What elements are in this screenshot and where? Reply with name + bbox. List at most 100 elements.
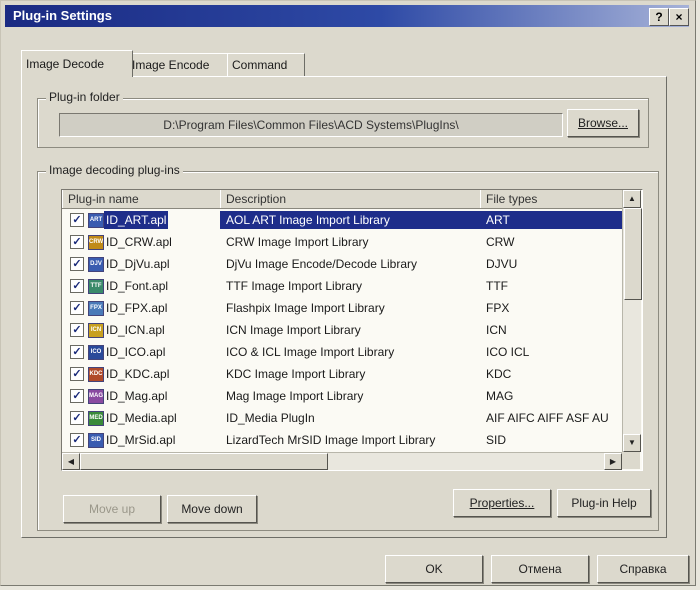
scroll-up-arrow-icon[interactable]: ▲ — [623, 190, 641, 208]
plugin-description: Flashpix Image Import Library — [226, 301, 385, 315]
plugin-enabled-checkbox[interactable]: ✓ — [70, 389, 84, 403]
plugin-description: ID_Media PlugIn — [226, 411, 315, 425]
plugin-folder-path: D:\Program Files\Common Files\ACD System… — [59, 113, 563, 137]
properties-button-label: Properties... — [469, 496, 535, 510]
plugin-description: ICO & ICL Image Import Library — [226, 345, 395, 359]
plugin-enabled-checkbox[interactable]: ✓ — [70, 345, 84, 359]
plugin-name: ID_Font.apl — [106, 279, 169, 293]
plugin-name: ID_DjVu.apl — [106, 257, 170, 271]
close-button[interactable]: × — [669, 8, 689, 26]
plugins-list: Plug-in name Description File types ✓ ART… — [61, 189, 643, 471]
tab-command[interactable]: Command — [227, 53, 305, 76]
list-header: Plug-in name Description File types — [62, 190, 622, 209]
table-row[interactable]: ✓ KDC ID_KDC.apl KDC Image Import Library KD… — [62, 363, 622, 385]
plugin-settings-dialog: Plug-in Settings ? × Image Decode Image … — [0, 0, 696, 586]
table-row[interactable]: ✓ SID ID_MrSid.apl LizardTech MrSID Image I… — [62, 429, 622, 451]
plugin-file-icon: MED — [88, 411, 104, 426]
plugin-file-types: ICN — [486, 323, 507, 337]
scroll-right-arrow-icon[interactable]: ▶ — [604, 453, 622, 470]
plugin-file-icon: ICO — [88, 345, 104, 360]
plugin-file-icon: DJV — [88, 257, 104, 272]
plugin-file-icon: ART — [88, 213, 104, 228]
plugin-name: ID_ICN.apl — [106, 323, 165, 337]
plugin-file-types: ART — [480, 211, 628, 229]
horizontal-scroll-thumb[interactable] — [80, 453, 328, 470]
vertical-scrollbar[interactable]: ▲ ▼ — [622, 190, 642, 452]
plugin-description: Mag Image Import Library — [226, 389, 364, 403]
move-down-button[interactable]: Move down — [167, 495, 257, 523]
plugin-description: AOL ART Image Import Library — [220, 211, 486, 229]
plugin-description: LizardTech MrSID Image Import Library — [226, 433, 436, 447]
plugin-file-icon: MAG — [88, 389, 104, 404]
plugin-file-types: ICO ICL — [486, 345, 530, 359]
title-bar: Plug-in Settings ? × — [5, 5, 689, 27]
plugin-enabled-checkbox[interactable]: ✓ — [70, 323, 84, 337]
plugin-enabled-checkbox[interactable]: ✓ — [70, 213, 84, 227]
vertical-scroll-thumb[interactable] — [624, 208, 642, 300]
table-row[interactable]: ✓ MED ID_Media.apl ID_Media PlugIn AIF AIFC … — [62, 407, 622, 429]
plugin-file-icon: FPX — [88, 301, 104, 316]
plugin-file-icon: ICN — [88, 323, 104, 338]
browse-button[interactable]: Browse... — [567, 109, 639, 137]
dialog-title: Plug-in Settings — [13, 8, 112, 23]
browse-button-label: Browse... — [577, 116, 628, 130]
table-row[interactable]: ✓ TTF ID_Font.apl TTF Image Import Library T… — [62, 275, 622, 297]
plugin-enabled-checkbox[interactable]: ✓ — [70, 301, 84, 315]
plugin-enabled-checkbox[interactable]: ✓ — [70, 279, 84, 293]
plugin-name: ID_FPX.apl — [106, 301, 168, 315]
table-row[interactable]: ✓ CRW ID_CRW.apl CRW Image Import Library CR… — [62, 231, 622, 253]
plugin-file-icon: TTF — [88, 279, 104, 294]
plugin-name: ID_KDC.apl — [106, 367, 170, 381]
plugin-enabled-checkbox[interactable]: ✓ — [70, 433, 84, 447]
help-button[interactable]: Справка — [597, 555, 689, 583]
tab-image-encode[interactable]: Image Encode — [127, 53, 233, 76]
horizontal-scrollbar[interactable]: ◀ ▶ — [62, 452, 622, 470]
plugin-file-types: AIF AIFC AIFF ASF AU — [486, 411, 609, 425]
table-row[interactable]: ✓ MAG ID_Mag.apl Mag Image Import Library MA… — [62, 385, 622, 407]
table-row[interactable]: ✓ ART ID_ART.apl AOL ART Image Import Libra… — [62, 209, 628, 231]
plugin-file-icon: SID — [88, 433, 104, 448]
ok-button[interactable]: OK — [385, 555, 483, 583]
tab-image-decode[interactable]: Image Decode — [21, 50, 133, 77]
plugin-name: ID_MrSid.apl — [106, 433, 176, 447]
column-header-name[interactable]: Plug-in name — [62, 190, 221, 208]
plugin-help-button[interactable]: Plug-in Help — [557, 489, 651, 517]
plugin-name: ID_CRW.apl — [106, 235, 172, 249]
table-row[interactable]: ✓ DJV ID_DjVu.apl DjVu Image Encode/Decode … — [62, 253, 622, 275]
move-up-button[interactable]: Move up — [63, 495, 161, 523]
plugin-enabled-checkbox[interactable]: ✓ — [70, 367, 84, 381]
scrollbar-corner — [622, 452, 640, 469]
table-row[interactable]: ✓ ICN ID_ICN.apl ICN Image Import Library IC… — [62, 319, 622, 341]
table-row[interactable]: ✓ ICO ID_ICO.apl ICO & ICL Image Import Lib… — [62, 341, 622, 363]
plugin-folder-label: Plug-in folder — [46, 90, 123, 104]
plugin-enabled-checkbox[interactable]: ✓ — [70, 235, 84, 249]
plugin-name: ID_Media.apl — [106, 411, 177, 425]
plugin-enabled-checkbox[interactable]: ✓ — [70, 257, 84, 271]
plugin-file-icon: CRW — [88, 235, 104, 250]
properties-button[interactable]: Properties... — [453, 489, 551, 517]
plugin-file-types: SID — [486, 433, 507, 447]
plugin-description: DjVu Image Encode/Decode Library — [226, 257, 417, 271]
cancel-button[interactable]: Отмена — [491, 555, 589, 583]
scroll-down-arrow-icon[interactable]: ▼ — [623, 434, 641, 452]
plugin-description: KDC Image Import Library — [226, 367, 366, 381]
plugin-rows: ✓ ART ID_ART.apl AOL ART Image Import Libra… — [62, 209, 628, 470]
plugin-enabled-checkbox[interactable]: ✓ — [70, 411, 84, 425]
table-row[interactable]: ✓ FPX ID_FPX.apl Flashpix Image Import Libr… — [62, 297, 622, 319]
plugin-name: ID_ICO.apl — [106, 345, 166, 359]
plugin-file-types: TTF — [486, 279, 508, 293]
plugin-description: CRW Image Import Library — [226, 235, 369, 249]
scroll-left-arrow-icon[interactable]: ◀ — [62, 453, 80, 470]
plugin-description: TTF Image Import Library — [226, 279, 363, 293]
context-help-button[interactable]: ? — [649, 8, 669, 26]
decoding-plugins-label: Image decoding plug-ins — [46, 163, 183, 177]
plugin-file-types: KDC — [486, 367, 512, 381]
plugin-name: ID_Mag.apl — [106, 389, 168, 403]
plugin-file-types: DJVU — [486, 257, 518, 271]
plugin-name: ID_ART.apl — [104, 211, 169, 229]
column-header-description[interactable]: Description — [220, 190, 481, 208]
plugin-file-types: MAG — [486, 389, 514, 403]
column-header-file-types[interactable]: File types — [480, 190, 622, 208]
plugin-file-icon: KDC — [88, 367, 104, 382]
plugin-file-types: FPX — [486, 301, 510, 315]
